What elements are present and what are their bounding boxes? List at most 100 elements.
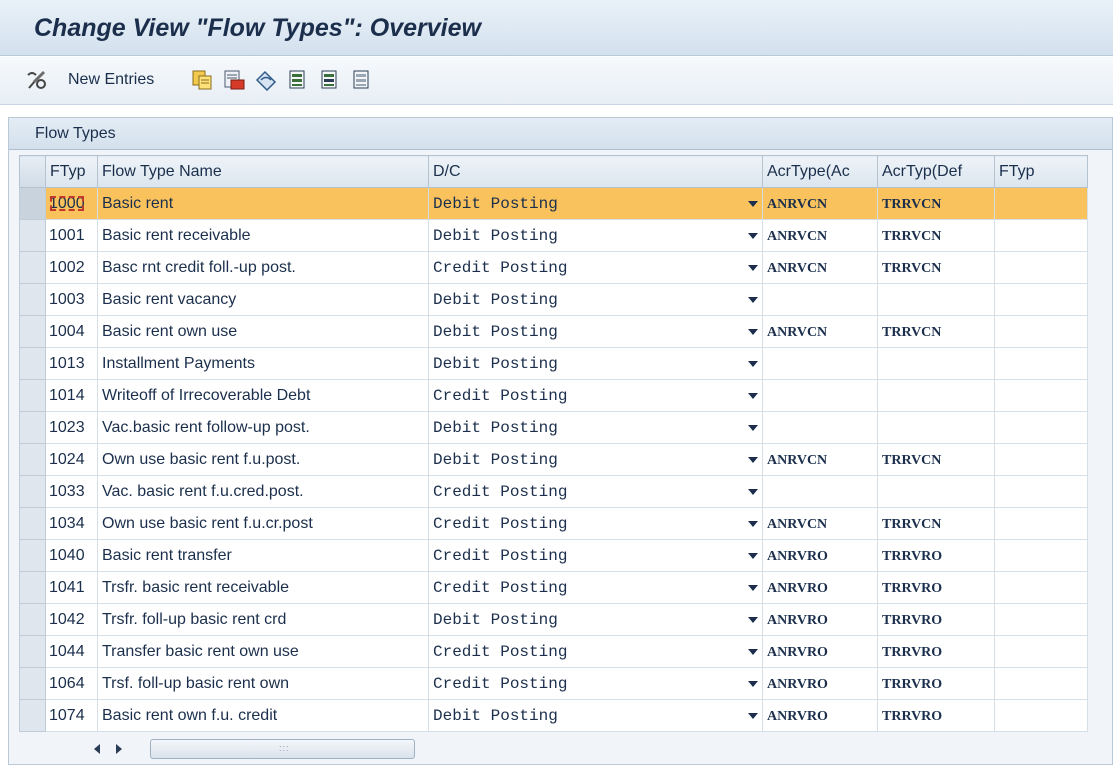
cell-ftyp-2[interactable] (994, 667, 1088, 700)
cell-acrtyp-def[interactable]: TRRVRO (877, 635, 995, 668)
table-row[interactable]: 1034 Own use basic rent f.u.cr.post Credit… (19, 507, 1088, 540)
scroll-right-icon[interactable] (116, 744, 122, 754)
cell-flow-type-name[interactable]: Basic rent transfer (97, 539, 429, 572)
cell-dc-dropdown[interactable]: Credit Posting (428, 539, 763, 572)
cell-dc-dropdown[interactable]: Credit Posting (428, 475, 763, 508)
cell-flow-type-name[interactable]: Trsfr. foll-up basic rent crd (97, 603, 429, 636)
cell-acrtype-ac[interactable]: ANRVRO (762, 699, 878, 732)
row-selector[interactable] (19, 187, 46, 220)
cell-dc-dropdown[interactable]: Debit Posting (428, 219, 763, 252)
chevron-down-icon[interactable] (748, 585, 758, 591)
cell-acrtyp-def[interactable]: TRRVCN (877, 251, 995, 284)
cell-dc-dropdown[interactable]: Debit Posting (428, 411, 763, 444)
cell-ftyp[interactable]: 1034 (45, 507, 98, 540)
cell-acrtype-ac[interactable]: ANRVRO (762, 571, 878, 604)
cell-ftyp[interactable]: 1000 (45, 187, 98, 220)
cell-ftyp-2[interactable] (994, 315, 1088, 348)
scroll-left-icon[interactable] (94, 744, 100, 754)
cell-dc-dropdown[interactable]: Credit Posting (428, 571, 763, 604)
cell-acrtyp-def[interactable]: TRRVCN (877, 187, 995, 220)
cell-acrtype-ac[interactable] (762, 379, 878, 412)
cell-ftyp-2[interactable] (994, 347, 1088, 380)
cell-acrtype-ac[interactable] (762, 347, 878, 380)
cell-acrtype-ac[interactable] (762, 411, 878, 444)
cell-ftyp[interactable]: 1041 (45, 571, 98, 604)
cell-ftyp-2[interactable] (994, 571, 1088, 604)
cell-dc-dropdown[interactable]: Debit Posting (428, 347, 763, 380)
row-selector[interactable] (19, 347, 46, 380)
cell-ftyp[interactable]: 1014 (45, 379, 98, 412)
cell-flow-type-name[interactable]: Basic rent own use (97, 315, 429, 348)
cell-acrtyp-def[interactable] (877, 475, 995, 508)
cell-acrtype-ac[interactable]: ANRVCN (762, 219, 878, 252)
column-header-dc[interactable]: D/C (428, 155, 763, 188)
cell-ftyp[interactable]: 1074 (45, 699, 98, 732)
column-header-acrtype-ac[interactable]: AcrType(Ac (762, 155, 878, 188)
select-block-button[interactable] (318, 67, 342, 93)
cell-flow-type-name[interactable]: Own use basic rent f.u.cr.post (97, 507, 429, 540)
cell-acrtype-ac[interactable] (762, 283, 878, 316)
row-selector[interactable] (19, 475, 46, 508)
cell-dc-dropdown[interactable]: Debit Posting (428, 187, 763, 220)
cell-dc-dropdown[interactable]: Debit Posting (428, 603, 763, 636)
copy-button[interactable] (190, 67, 214, 93)
display-change-button[interactable] (24, 67, 52, 93)
cell-flow-type-name[interactable]: Writeoff of Irrecoverable Debt (97, 379, 429, 412)
cell-acrtyp-def[interactable]: TRRVCN (877, 507, 995, 540)
row-selector[interactable] (19, 315, 46, 348)
cell-ftyp[interactable]: 1024 (45, 443, 98, 476)
cell-acrtype-ac[interactable]: ANRVCN (762, 251, 878, 284)
cell-dc-dropdown[interactable]: Debit Posting (428, 443, 763, 476)
cell-dc-dropdown[interactable]: Debit Posting (428, 315, 763, 348)
table-row[interactable]: 1041 Trsfr. basic rent receivable Credit P… (19, 571, 1088, 604)
row-selector[interactable] (19, 635, 46, 668)
cell-acrtype-ac[interactable]: ANRVCN (762, 507, 878, 540)
cell-ftyp[interactable]: 1002 (45, 251, 98, 284)
row-selector[interactable] (19, 379, 46, 412)
cell-acrtyp-def[interactable]: TRRVCN (877, 443, 995, 476)
cell-acrtyp-def[interactable] (877, 379, 995, 412)
chevron-down-icon[interactable] (748, 617, 758, 623)
chevron-down-icon[interactable] (748, 393, 758, 399)
table-row[interactable]: 1002 Basc rnt credit foll.-up post. Credit… (19, 251, 1088, 284)
chevron-down-icon[interactable] (748, 297, 758, 303)
select-all-corner[interactable] (19, 155, 46, 188)
table-row[interactable]: 1024 Own use basic rent f.u.post. Debit Po… (19, 443, 1088, 476)
table-row[interactable]: 1004 Basic rent own use Debit Posting ANRVC… (19, 315, 1088, 348)
cell-ftyp-2[interactable] (994, 507, 1088, 540)
cell-flow-type-name[interactable]: Basic rent (97, 187, 429, 220)
row-selector[interactable] (19, 507, 46, 540)
cell-acrtype-ac[interactable]: ANRVCN (762, 315, 878, 348)
cell-ftyp[interactable]: 1040 (45, 539, 98, 572)
column-header-ftyp[interactable]: FTyp (45, 155, 98, 188)
cell-acrtyp-def[interactable] (877, 283, 995, 316)
cell-dc-dropdown[interactable]: Credit Posting (428, 635, 763, 668)
undo-change-button[interactable] (254, 67, 278, 93)
cell-acrtype-ac[interactable]: ANRVRO (762, 539, 878, 572)
cell-ftyp-2[interactable] (994, 283, 1088, 316)
cell-acrtyp-def[interactable]: TRRVRO (877, 667, 995, 700)
cell-ftyp[interactable]: 1001 (45, 219, 98, 252)
cell-flow-type-name[interactable]: Installment Payments (97, 347, 429, 380)
cell-ftyp[interactable]: 1044 (45, 635, 98, 668)
cell-ftyp[interactable]: 1004 (45, 315, 98, 348)
cell-ftyp[interactable]: 1033 (45, 475, 98, 508)
row-selector[interactable] (19, 443, 46, 476)
delete-button[interactable] (222, 67, 246, 93)
column-header-ftyp-2[interactable]: FTyp (994, 155, 1088, 188)
chevron-down-icon[interactable] (748, 553, 758, 559)
cell-ftyp-2[interactable] (994, 411, 1088, 444)
chevron-down-icon[interactable] (748, 201, 758, 207)
chevron-down-icon[interactable] (748, 233, 758, 239)
cell-flow-type-name[interactable]: Basic rent vacancy (97, 283, 429, 316)
chevron-down-icon[interactable] (748, 265, 758, 271)
chevron-down-icon[interactable] (748, 489, 758, 495)
cell-ftyp-2[interactable] (994, 379, 1088, 412)
cell-acrtype-ac[interactable] (762, 475, 878, 508)
chevron-down-icon[interactable] (748, 713, 758, 719)
chevron-down-icon[interactable] (748, 361, 758, 367)
cell-ftyp[interactable]: 1013 (45, 347, 98, 380)
cell-flow-type-name[interactable]: Vac.basic rent follow-up post. (97, 411, 429, 444)
table-row[interactable]: 1023 Vac.basic rent follow-up post. Debit … (19, 411, 1088, 444)
horizontal-scrollbar[interactable]: ::: (80, 738, 420, 760)
